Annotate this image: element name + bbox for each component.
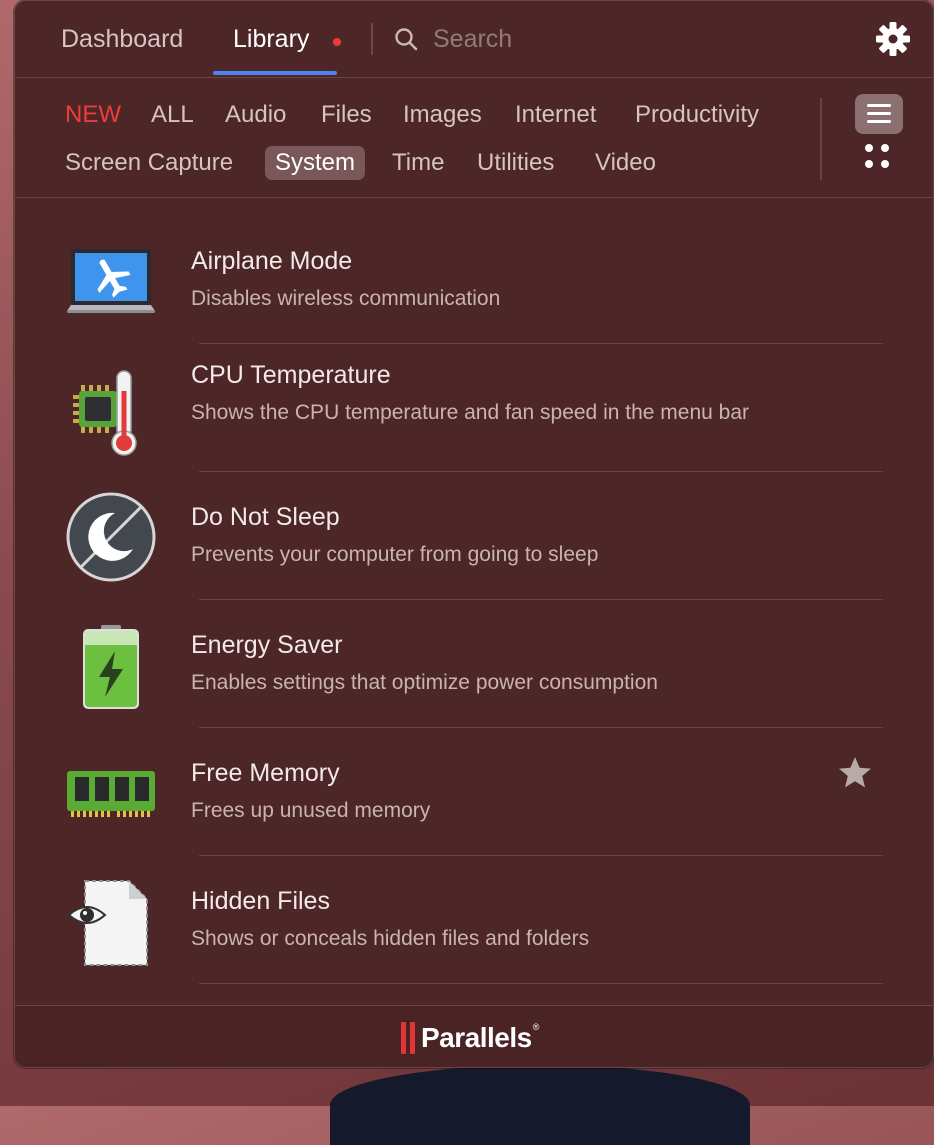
item-description: Frees up unused memory: [191, 799, 431, 822]
library-panel: Dashboard Library Search NEW ALL Audio F…: [14, 0, 934, 1068]
battery-icon: [83, 625, 139, 709]
search-input[interactable]: [431, 23, 795, 55]
category-screen-capture[interactable]: Screen Capture: [55, 146, 243, 180]
divider: [199, 343, 883, 344]
grid-icon-dot: [881, 160, 889, 168]
item-title: Hidden Files: [191, 887, 330, 915]
parallels-logo: Parallels ®: [401, 1022, 539, 1054]
favorite-star-icon[interactable]: [837, 755, 873, 791]
background-shape: [330, 1065, 750, 1145]
tab-library[interactable]: Library: [233, 25, 309, 54]
list-icon-line: [867, 112, 891, 115]
category-images[interactable]: Images: [393, 98, 492, 132]
brand-name: Parallels: [421, 1022, 532, 1053]
notification-dot: [333, 38, 341, 46]
footer: Parallels ®: [15, 1005, 933, 1067]
item-description: Disables wireless communication: [191, 287, 501, 310]
list-view-button[interactable]: [855, 94, 903, 134]
item-title: CPU Temperature: [191, 361, 391, 389]
hidden-files-icon: [67, 880, 148, 966]
item-title: Free Memory: [191, 759, 340, 787]
top-navigation: Dashboard Library: [15, 1, 933, 78]
category-filter-bar: NEW ALL Audio Files Images Internet Prod…: [15, 78, 933, 198]
list-icon-line: [867, 104, 891, 107]
cpu-temperature-icon: [73, 370, 137, 456]
tab-dashboard[interactable]: Dashboard: [61, 25, 183, 54]
active-tab-indicator: [213, 71, 337, 75]
divider: [199, 983, 883, 984]
grid-icon-dot: [881, 144, 889, 152]
divider: [371, 23, 373, 55]
category-files[interactable]: Files: [311, 98, 382, 132]
utility-list: Airplane Mode Disables wireless communic…: [15, 199, 933, 1004]
registered-mark: ®: [532, 1022, 540, 1032]
category-new[interactable]: NEW: [55, 98, 131, 132]
memory-chip-icon: [67, 771, 155, 817]
category-audio[interactable]: Audio: [215, 98, 296, 132]
item-title: Do Not Sleep: [191, 503, 340, 531]
grid-icon-dot: [865, 144, 873, 152]
divider: [199, 855, 883, 856]
category-productivity[interactable]: Productivity: [625, 98, 769, 132]
search-icon: [395, 28, 418, 51]
divider: [199, 471, 883, 472]
grid-view-button[interactable]: [865, 144, 891, 172]
grid-icon-dot: [865, 160, 873, 168]
airplane-mode-icon: [67, 249, 155, 313]
category-video[interactable]: Video: [585, 146, 666, 180]
item-description: Prevents your computer from going to sle…: [191, 543, 599, 566]
divider: [820, 98, 822, 180]
item-description: Enables settings that optimize power con…: [191, 671, 658, 694]
divider: [199, 599, 883, 600]
category-time[interactable]: Time: [382, 146, 454, 180]
category-utilities[interactable]: Utilities: [467, 146, 564, 180]
item-description: Shows or conceals hidden files and folde…: [191, 927, 590, 950]
list-icon-line: [867, 120, 891, 123]
item-title: Energy Saver: [191, 631, 343, 659]
moon-icon: [66, 492, 156, 582]
category-internet[interactable]: Internet: [505, 98, 606, 132]
gear-icon[interactable]: [875, 21, 911, 57]
parallels-bars-icon: [401, 1022, 415, 1054]
item-description: Shows the CPU temperature and fan speed …: [191, 401, 749, 424]
category-system[interactable]: System: [265, 146, 366, 180]
search-bar[interactable]: [393, 21, 813, 57]
category-all[interactable]: ALL: [141, 98, 204, 132]
item-title: Airplane Mode: [191, 247, 353, 275]
divider: [199, 727, 883, 728]
